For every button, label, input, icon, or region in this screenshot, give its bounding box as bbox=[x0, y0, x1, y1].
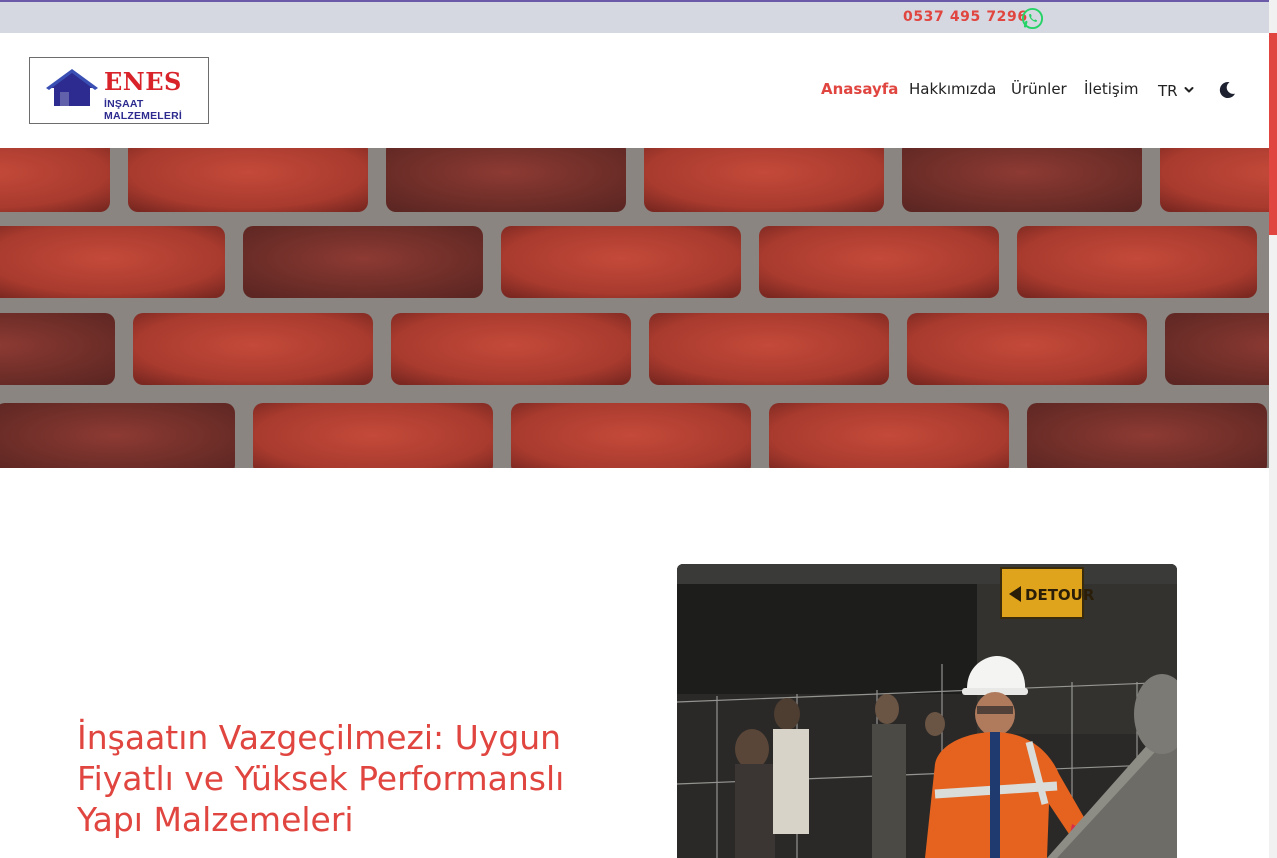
whatsapp-icon[interactable] bbox=[1021, 7, 1044, 30]
brick bbox=[133, 313, 373, 385]
brick bbox=[644, 148, 884, 212]
moon-icon[interactable] bbox=[1217, 80, 1237, 100]
brick bbox=[1160, 148, 1269, 212]
brick bbox=[511, 403, 751, 468]
brick bbox=[243, 226, 483, 298]
nav-link-anasayfa[interactable]: Anasayfa bbox=[821, 80, 898, 98]
phone-number-link[interactable]: 0537 495 7296 bbox=[903, 9, 1028, 25]
detour-sign-text: DETOUR bbox=[1025, 586, 1095, 604]
site-logo[interactable]: ENES İNŞAAT MALZEMELERİ bbox=[29, 57, 209, 124]
brick bbox=[1027, 403, 1267, 468]
site-header: ENES İNŞAAT MALZEMELERİ Anasayfa Hakkımı… bbox=[0, 33, 1269, 148]
language-label: TR bbox=[1158, 82, 1178, 100]
brick bbox=[0, 148, 110, 212]
scrollbar-thumb[interactable] bbox=[1269, 33, 1277, 235]
contact-bar: 0537 495 7296 bbox=[0, 0, 1269, 33]
logo-subtitle: İNŞAAT MALZEMELERİ bbox=[104, 98, 183, 122]
brick bbox=[1165, 313, 1269, 385]
brick bbox=[391, 313, 631, 385]
worker-image: DETOUR bbox=[677, 564, 1177, 858]
logo-title: ENES bbox=[104, 67, 182, 96]
brick bbox=[759, 226, 999, 298]
brick bbox=[1017, 226, 1257, 298]
brick bbox=[907, 313, 1147, 385]
house-icon bbox=[46, 69, 98, 106]
brick bbox=[253, 403, 493, 468]
brick bbox=[501, 226, 741, 298]
chevron-down-icon bbox=[1184, 87, 1194, 93]
brick bbox=[0, 403, 235, 468]
construction-worker-photo: DETOUR bbox=[677, 564, 1177, 858]
brick bbox=[386, 148, 626, 212]
nav-link-hakkimizda[interactable]: Hakkımızda bbox=[909, 80, 996, 98]
language-selector[interactable]: TR bbox=[1158, 82, 1194, 100]
brick bbox=[0, 226, 225, 298]
brick bbox=[0, 313, 115, 385]
hero-banner-image bbox=[0, 148, 1269, 468]
brick bbox=[128, 148, 368, 212]
intro-heading: İnşaatın Vazgeçilmezi: Uygun Fiyatlı ve … bbox=[77, 718, 565, 839]
brick-wall-image bbox=[0, 148, 1269, 468]
brick bbox=[649, 313, 889, 385]
brick bbox=[769, 403, 1009, 468]
brick bbox=[902, 148, 1142, 212]
nav-link-iletisim[interactable]: İletişim bbox=[1084, 80, 1138, 98]
nav-link-urunler[interactable]: Ürünler bbox=[1011, 80, 1067, 98]
